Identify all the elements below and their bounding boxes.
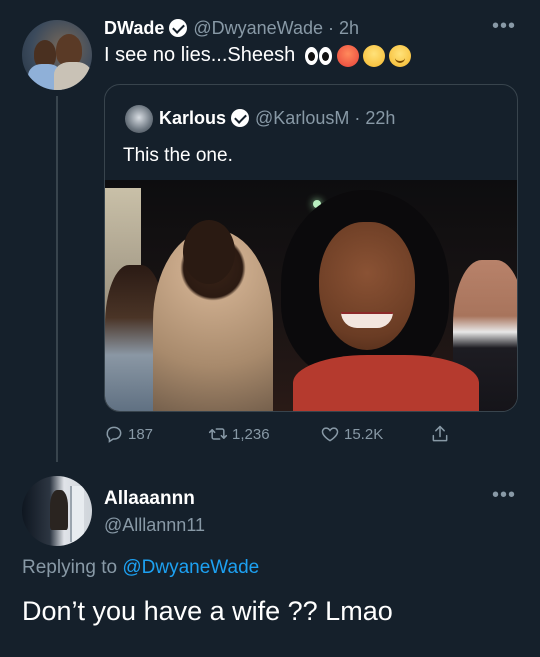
timestamp[interactable]: · 2h <box>328 18 359 39</box>
retweet-button[interactable]: 1,236 <box>208 424 320 444</box>
reply-display-name[interactable]: Allaaannn <box>104 488 195 510</box>
replying-to: Replying to @DwyaneWade <box>22 557 259 579</box>
tweet-actions: 187 1,236 15.2K <box>104 422 518 446</box>
more-options-icon[interactable]: ••• <box>492 485 516 505</box>
quoted-text: This the one. <box>123 145 233 166</box>
dwade-avatar[interactable] <box>22 20 92 90</box>
more-options-icon[interactable]: ••• <box>492 16 516 36</box>
quoted-photo[interactable] <box>105 180 517 411</box>
verified-badge-icon <box>231 109 250 127</box>
verified-badge-icon <box>169 19 188 37</box>
handle[interactable]: @DwyaneWade <box>193 18 323 39</box>
huffing-face-emoji-icon <box>363 44 386 67</box>
heart-icon <box>321 427 339 442</box>
hot-face-emoji-icon <box>337 44 360 67</box>
reply-count: 187 <box>128 425 154 443</box>
quoted-handle: @KarlousM <box>255 107 350 128</box>
display-name[interactable]: DWade <box>104 18 164 39</box>
retweet-icon <box>208 428 228 440</box>
tweet-header: DWade @DwyaneWade · 2h <box>104 15 359 41</box>
quoted-tweet[interactable]: Karlous @KarlousM · 22h This the one. <box>104 84 518 412</box>
like-button[interactable]: 15.2K <box>320 424 430 444</box>
relieved-face-emoji-icon <box>389 44 412 67</box>
reply-button[interactable]: 187 <box>104 424 208 444</box>
share-button[interactable] <box>430 424 454 444</box>
allan-avatar[interactable] <box>22 476 92 546</box>
tweet-text-row: I see no lies...Sheesh <box>104 44 412 67</box>
share-icon <box>432 425 448 442</box>
quoted-timestamp: · 22h <box>354 107 396 128</box>
thread-line <box>56 96 58 462</box>
replying-to-mention[interactable]: @DwyaneWade <box>122 557 259 578</box>
tweet-text: I see no lies...Sheesh <box>104 44 296 66</box>
like-count: 15.2K <box>344 425 384 443</box>
reply-handle[interactable]: @Alllannn11 <box>104 515 205 536</box>
reply-tweet-text: Don’t you have a wife ?? Lmao <box>22 596 393 626</box>
retweet-count: 1,236 <box>232 425 270 443</box>
quoted-display-name: Karlous <box>159 107 227 128</box>
reply-icon <box>106 426 122 443</box>
replying-to-label: Replying to <box>22 557 118 578</box>
karlous-avatar <box>125 105 153 133</box>
eyes-emoji-icon <box>303 45 333 67</box>
quoted-header: Karlous @KarlousM · 22h <box>159 103 395 133</box>
